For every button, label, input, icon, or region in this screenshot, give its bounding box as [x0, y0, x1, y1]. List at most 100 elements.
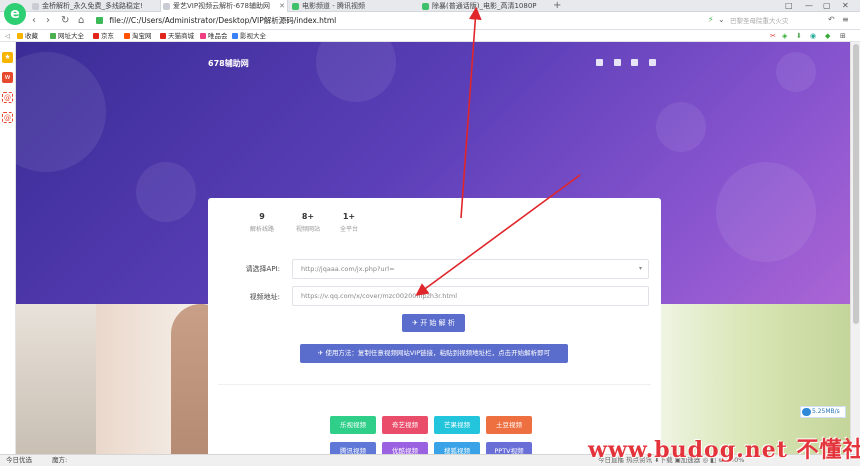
home-icon[interactable]: ⌂: [78, 14, 84, 28]
window-menu-button[interactable]: □: [785, 0, 793, 12]
tab-favicon-icon: [163, 3, 170, 10]
minimize-button[interactable]: —: [805, 0, 813, 12]
weibo-icon[interactable]: w: [2, 72, 13, 83]
bookmark-label: 唯品会: [208, 32, 228, 40]
decorative-bubble: [16, 52, 106, 172]
browser-tab[interactable]: 金桥解析_永久免费_多线路稳定!: [30, 0, 152, 12]
tab-label: 金桥解析_永久免费_多线路稳定!: [42, 2, 143, 10]
download-icon[interactable]: ⬇: [796, 30, 802, 42]
address-bar: ‹ › ↻ ⌂ file:///C:/Users/Administrator/D…: [0, 12, 860, 30]
youtube-icon[interactable]: [613, 59, 621, 66]
extension-icon[interactable]: ◈: [782, 30, 787, 42]
bookmarks-back-icon[interactable]: ◁: [5, 30, 10, 42]
shield-icon[interactable]: ◆: [825, 30, 830, 42]
cart-icon[interactable]: [596, 59, 603, 66]
tab-favicon-icon: [422, 3, 429, 10]
bookmark-label: 淘宝网: [132, 32, 152, 40]
left-sidebar: ★ w @ @: [0, 42, 16, 454]
tab-favicon-icon: [292, 3, 299, 10]
stat-value: 1+: [342, 212, 356, 221]
tab-close-icon[interactable]: ✕: [279, 0, 285, 12]
tab-bar: 金桥解析_永久免费_多线路稳定! 爱艺VIP视频云解析-678辅助网 ✕ 电影频…: [0, 0, 860, 12]
browser-tab[interactable]: 除暴(普通话版)_电影_高清1080P: [420, 0, 546, 12]
decorative-bubble: [316, 42, 396, 102]
forward-icon[interactable]: ›: [46, 14, 50, 28]
bookmark-item[interactable]: 网址大全: [50, 30, 84, 42]
vertical-scrollbar[interactable]: [850, 42, 860, 454]
watermark: www.budog.net 不懂社区: [588, 437, 860, 463]
lightning-icon[interactable]: ⚡: [708, 15, 714, 24]
bookmark-item[interactable]: 唯品会: [200, 30, 228, 42]
search-placeholder: 巴黎圣母院重大火灾: [730, 17, 789, 25]
bookmark-item[interactable]: 影视大全: [232, 30, 266, 42]
url-text: file:///C:/Users/Administrator/Desktop/V…: [109, 16, 337, 25]
video-url-input[interactable]: https://v.qq.com/x/cover/mzc00200hlpzh3r…: [292, 286, 649, 306]
start-parse-button[interactable]: ✈ 开 始 解 析: [402, 314, 465, 332]
video-site-button[interactable]: 搜狐视频: [434, 442, 480, 454]
tab-label: 除暴(普通话版)_电影_高清1080P: [432, 2, 537, 10]
download-speed-badge[interactable]: 5.25MB/s: [800, 406, 846, 418]
video-site-button[interactable]: 土豆视频: [486, 416, 532, 434]
picture-icon[interactable]: [631, 59, 639, 66]
cloud-icon: [802, 408, 811, 416]
mail-icon[interactable]: @: [2, 92, 13, 103]
decorative-bubble: [716, 162, 816, 262]
bookmark-label: 京东: [101, 32, 114, 40]
video-icon: [232, 33, 238, 39]
site-title[interactable]: 678辅助网: [208, 58, 249, 69]
url-field[interactable]: file:///C:/Users/Administrator/Desktop/V…: [96, 14, 706, 28]
video-site-button[interactable]: PPTV视频: [486, 442, 532, 454]
video-site-button[interactable]: 优酷视频: [382, 442, 428, 454]
new-tab-button[interactable]: +: [553, 0, 561, 12]
undo-icon[interactable]: ↶: [828, 15, 835, 24]
rubik-link[interactable]: 魔方:: [52, 455, 67, 466]
back-icon[interactable]: ‹: [32, 14, 36, 28]
security-shield-icon: [96, 17, 103, 24]
decorative-bubble: [136, 162, 196, 222]
dropdown-icon[interactable]: ⌄: [718, 15, 725, 24]
tab-label: 爱艺VIP视频云解析-678辅助网: [173, 2, 270, 10]
maximize-button[interactable]: ▢: [823, 0, 831, 12]
globe-icon: [50, 33, 56, 39]
video-site-button[interactable]: 奇艺视频: [382, 416, 428, 434]
usage-tip-button[interactable]: ✈ 使用方法：复制任意视频网站VIP链接，粘贴到视频地址栏，点击开始解析即可: [300, 344, 568, 363]
github-icon[interactable]: [648, 59, 656, 66]
bookmark-label: 收藏: [25, 32, 38, 40]
parse-card: 9 解析线路 8+ 视频网站 1+ 全平台 请选择API: http://jqa…: [208, 198, 661, 454]
menu-icon[interactable]: ≡: [842, 15, 849, 24]
bookmark-item[interactable]: 京东: [93, 30, 114, 42]
video-site-button[interactable]: 乐视视频: [330, 416, 376, 434]
bookmark-label: 网址大全: [58, 32, 84, 40]
bookmark-item[interactable]: 收藏: [17, 30, 38, 42]
browser-tab-active[interactable]: 爱艺VIP视频云解析-678辅助网 ✕: [160, 0, 288, 12]
favorites-star-icon[interactable]: ★: [2, 52, 13, 63]
jd-icon: [93, 33, 99, 39]
api-select-value: http://jqaaa.com/jx.php?url=: [301, 265, 395, 273]
api-select[interactable]: http://jqaaa.com/jx.php?url= ▾: [292, 259, 649, 279]
video-site-button[interactable]: 芒果视频: [434, 416, 480, 434]
bookmark-item[interactable]: 淘宝网: [124, 30, 152, 42]
page-content: 678辅助网 9 解析线路 8+ 视频网站 1+ 全平台 请选择API: htt…: [16, 42, 850, 454]
bookmark-item[interactable]: 天猫商城: [160, 30, 194, 42]
browser-tab[interactable]: 电影频道 - 腾讯视频: [290, 0, 416, 12]
tools-icon[interactable]: ✂: [770, 30, 776, 42]
vip-icon: [200, 33, 206, 39]
search-input[interactable]: 巴黎圣母院重大火灾: [730, 15, 820, 27]
bookmark-label: 天猫商城: [168, 32, 194, 40]
video-site-button[interactable]: 腾讯视频: [330, 442, 376, 454]
game-icon[interactable]: ◉: [810, 30, 816, 42]
tab-favicon-icon: [32, 3, 39, 10]
video-url-label: 视频地址:: [249, 293, 280, 301]
close-window-button[interactable]: ✕: [842, 0, 849, 12]
stat-label: 全平台: [339, 226, 358, 233]
chevron-down-icon: ▾: [638, 265, 642, 272]
reload-icon[interactable]: ↻: [61, 14, 69, 28]
header-icons: [596, 59, 664, 68]
scrollbar-thumb[interactable]: [853, 44, 859, 324]
browser-logo-icon[interactable]: e: [4, 3, 26, 25]
video-url-value: https://v.qq.com/x/cover/mzc00200hlpzh3r…: [301, 292, 458, 300]
mail-icon[interactable]: @: [2, 112, 13, 123]
more-icon[interactable]: ⊞: [840, 30, 846, 42]
tmall-icon: [160, 33, 166, 39]
today-picks-link[interactable]: 今日优选: [6, 455, 32, 466]
